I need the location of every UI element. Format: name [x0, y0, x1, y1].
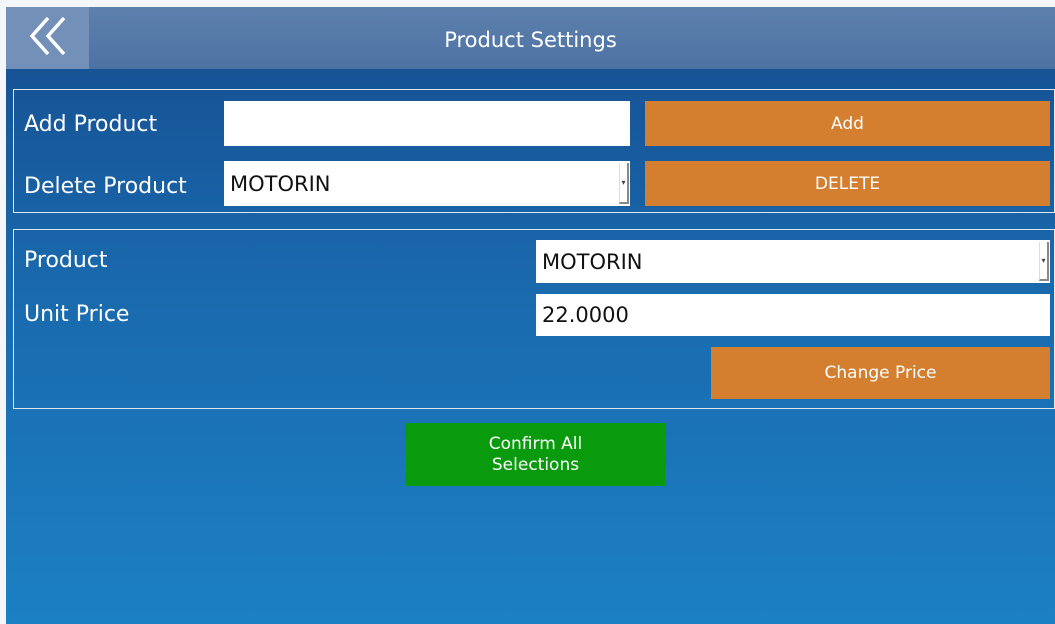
add-product-label: Add Product — [24, 112, 158, 137]
confirm-all-button[interactable]: Confirm All Selections — [406, 423, 665, 486]
add-button[interactable]: Add — [645, 101, 1050, 146]
product-label: Product — [24, 248, 108, 273]
dropdown-arrow-icon: ▾ — [619, 163, 629, 204]
delete-product-label: Delete Product — [24, 174, 187, 199]
delete-button[interactable]: DELETE — [645, 161, 1050, 206]
app-window: Product Settings Add Product Add Delete … — [6, 7, 1055, 624]
page-title: Product Settings — [444, 28, 617, 52]
delete-product-select[interactable]: MOTORIN ▾ — [224, 161, 630, 206]
header-bar: Product Settings — [6, 7, 1055, 69]
delete-product-selected-value: MOTORIN — [230, 171, 331, 196]
add-delete-panel: Add Product Add Delete Product MOTORIN ▾… — [13, 89, 1055, 213]
unit-price-label: Unit Price — [24, 302, 130, 327]
product-selected-value: MOTORIN — [542, 249, 643, 274]
unit-price-input[interactable] — [536, 294, 1050, 336]
product-price-panel: Product MOTORIN ▾ Unit Price Change Pric… — [13, 229, 1055, 409]
double-chevron-left-icon — [26, 14, 70, 62]
dropdown-arrow-icon: ▾ — [1039, 242, 1049, 281]
product-select[interactable]: MOTORIN ▾ — [536, 240, 1050, 283]
add-product-input[interactable] — [224, 101, 630, 146]
back-button[interactable] — [6, 7, 89, 69]
change-price-button[interactable]: Change Price — [711, 347, 1050, 399]
